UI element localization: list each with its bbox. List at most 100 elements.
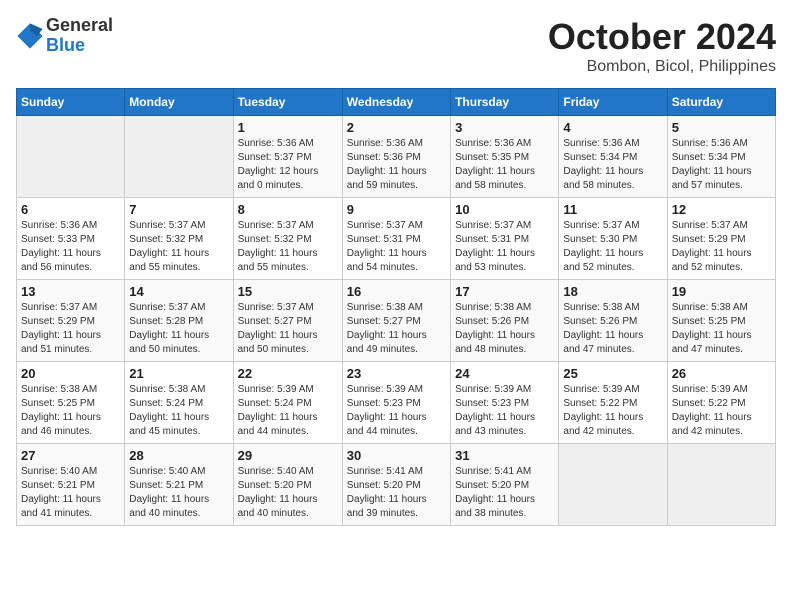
day-info: Sunrise: 5:38 AM Sunset: 5:25 PM Dayligh… xyxy=(21,383,120,439)
day-number: 14 xyxy=(129,284,228,299)
day-cell: 5 Sunrise: 5:36 AM Sunset: 5:34 PM Daylig… xyxy=(667,116,775,198)
day-cell: 11 Sunrise: 5:37 AM Sunset: 5:30 PM Dayli… xyxy=(559,198,667,280)
day-number: 25 xyxy=(563,366,662,381)
day-info: Sunrise: 5:37 AM Sunset: 5:31 PM Dayligh… xyxy=(347,219,446,275)
header-cell-saturday: Saturday xyxy=(667,89,775,116)
day-number: 8 xyxy=(238,202,338,217)
day-cell: 26Sunrise: 5:39 AM Sunset: 5:22 PM Dayli… xyxy=(667,362,775,444)
logo-icon xyxy=(16,22,44,50)
day-cell: 15 Sunrise: 5:37 AM Sunset: 5:27 PM Dayli… xyxy=(233,280,342,362)
day-cell: 14Sunrise: 5:37 AM Sunset: 5:28 PM Dayli… xyxy=(125,280,233,362)
day-cell: 18Sunrise: 5:38 AM Sunset: 5:26 PM Dayli… xyxy=(559,280,667,362)
day-info: Sunrise: 5:39 AM Sunset: 5:24 PM Dayligh… xyxy=(238,383,338,439)
header-cell-monday: Monday xyxy=(125,89,233,116)
day-cell xyxy=(559,444,667,526)
day-number: 26 xyxy=(672,366,771,381)
day-info: Sunrise: 5:37 AM Sunset: 5:32 PM Dayligh… xyxy=(129,219,228,275)
day-number: 15 xyxy=(238,284,338,299)
page-header: General Blue October 2024 Bombon, Bicol,… xyxy=(16,16,776,76)
day-number: 11 xyxy=(563,202,662,217)
day-info: Sunrise: 5:36 AM Sunset: 5:34 PM Dayligh… xyxy=(563,137,662,193)
day-cell: 1 Sunrise: 5:36 AM Sunset: 5:37 PM Daylig… xyxy=(233,116,342,198)
day-cell: 25 Sunrise: 5:39 AM Sunset: 5:22 PM Dayli… xyxy=(559,362,667,444)
day-info: Sunrise: 5:41 AM Sunset: 5:20 PM Dayligh… xyxy=(455,465,554,521)
day-info: Sunrise: 5:37 AM Sunset: 5:27 PM Dayligh… xyxy=(238,301,338,357)
day-cell: 9 Sunrise: 5:37 AM Sunset: 5:31 PM Daylig… xyxy=(342,198,450,280)
day-info: Sunrise: 5:40 AM Sunset: 5:21 PM Dayligh… xyxy=(129,465,228,521)
day-cell xyxy=(667,444,775,526)
day-number: 27 xyxy=(21,448,120,463)
day-cell: 22Sunrise: 5:39 AM Sunset: 5:24 PM Dayli… xyxy=(233,362,342,444)
day-number: 5 xyxy=(672,120,771,135)
day-number: 29 xyxy=(238,448,338,463)
day-number: 1 xyxy=(238,120,338,135)
day-info: Sunrise: 5:37 AM Sunset: 5:29 PM Dayligh… xyxy=(21,301,120,357)
week-row-5: 27 Sunrise: 5:40 AM Sunset: 5:21 PM Dayli… xyxy=(17,444,776,526)
logo-general-text: General xyxy=(46,15,113,35)
day-info: Sunrise: 5:37 AM Sunset: 5:30 PM Dayligh… xyxy=(563,219,662,275)
day-info: Sunrise: 5:37 AM Sunset: 5:31 PM Dayligh… xyxy=(455,219,554,275)
day-info: Sunrise: 5:36 AM Sunset: 5:36 PM Dayligh… xyxy=(347,137,446,193)
day-number: 6 xyxy=(21,202,120,217)
day-info: Sunrise: 5:39 AM Sunset: 5:22 PM Dayligh… xyxy=(563,383,662,439)
day-cell xyxy=(17,116,125,198)
day-info: Sunrise: 5:40 AM Sunset: 5:21 PM Dayligh… xyxy=(21,465,120,521)
logo: General Blue xyxy=(16,16,113,56)
day-number: 3 xyxy=(455,120,554,135)
day-cell: 31 Sunrise: 5:41 AM Sunset: 5:20 PM Dayli… xyxy=(451,444,559,526)
day-cell: 7 Sunrise: 5:37 AM Sunset: 5:32 PM Daylig… xyxy=(125,198,233,280)
day-cell: 27 Sunrise: 5:40 AM Sunset: 5:21 PM Dayli… xyxy=(17,444,125,526)
day-number: 13 xyxy=(21,284,120,299)
day-number: 28 xyxy=(129,448,228,463)
header-cell-thursday: Thursday xyxy=(451,89,559,116)
day-number: 19 xyxy=(672,284,771,299)
day-info: Sunrise: 5:36 AM Sunset: 5:37 PM Dayligh… xyxy=(238,137,338,193)
day-info: Sunrise: 5:36 AM Sunset: 5:33 PM Dayligh… xyxy=(21,219,120,275)
day-cell: 6 Sunrise: 5:36 AM Sunset: 5:33 PM Daylig… xyxy=(17,198,125,280)
day-number: 7 xyxy=(129,202,228,217)
day-cell: 16 Sunrise: 5:38 AM Sunset: 5:27 PM Dayli… xyxy=(342,280,450,362)
header-cell-tuesday: Tuesday xyxy=(233,89,342,116)
day-number: 21 xyxy=(129,366,228,381)
day-cell: 13 Sunrise: 5:37 AM Sunset: 5:29 PM Dayli… xyxy=(17,280,125,362)
day-number: 30 xyxy=(347,448,446,463)
title-block: October 2024 Bombon, Bicol, Philippines xyxy=(548,16,776,76)
day-info: Sunrise: 5:39 AM Sunset: 5:23 PM Dayligh… xyxy=(347,383,446,439)
day-cell: 10 Sunrise: 5:37 AM Sunset: 5:31 PM Dayli… xyxy=(451,198,559,280)
day-number: 16 xyxy=(347,284,446,299)
day-number: 20 xyxy=(21,366,120,381)
day-info: Sunrise: 5:38 AM Sunset: 5:26 PM Dayligh… xyxy=(455,301,554,357)
week-row-2: 6 Sunrise: 5:36 AM Sunset: 5:33 PM Daylig… xyxy=(17,198,776,280)
day-number: 12 xyxy=(672,202,771,217)
day-number: 9 xyxy=(347,202,446,217)
day-info: Sunrise: 5:40 AM Sunset: 5:20 PM Dayligh… xyxy=(238,465,338,521)
day-cell: 8Sunrise: 5:37 AM Sunset: 5:32 PM Daylig… xyxy=(233,198,342,280)
day-number: 23 xyxy=(347,366,446,381)
day-cell: 3 Sunrise: 5:36 AM Sunset: 5:35 PM Daylig… xyxy=(451,116,559,198)
day-number: 31 xyxy=(455,448,554,463)
day-cell: 21 Sunrise: 5:38 AM Sunset: 5:24 PM Dayli… xyxy=(125,362,233,444)
day-info: Sunrise: 5:38 AM Sunset: 5:24 PM Dayligh… xyxy=(129,383,228,439)
day-info: Sunrise: 5:37 AM Sunset: 5:29 PM Dayligh… xyxy=(672,219,771,275)
day-cell xyxy=(125,116,233,198)
page-subtitle: Bombon, Bicol, Philippines xyxy=(548,58,776,76)
day-number: 24 xyxy=(455,366,554,381)
header-cell-friday: Friday xyxy=(559,89,667,116)
day-info: Sunrise: 5:41 AM Sunset: 5:20 PM Dayligh… xyxy=(347,465,446,521)
day-number: 2 xyxy=(347,120,446,135)
header-row: SundayMondayTuesdayWednesdayThursdayFrid… xyxy=(17,89,776,116)
calendar-table: SundayMondayTuesdayWednesdayThursdayFrid… xyxy=(16,88,776,526)
day-cell: 2 Sunrise: 5:36 AM Sunset: 5:36 PM Daylig… xyxy=(342,116,450,198)
day-cell: 17Sunrise: 5:38 AM Sunset: 5:26 PM Dayli… xyxy=(451,280,559,362)
day-info: Sunrise: 5:38 AM Sunset: 5:27 PM Dayligh… xyxy=(347,301,446,357)
day-info: Sunrise: 5:36 AM Sunset: 5:34 PM Dayligh… xyxy=(672,137,771,193)
day-number: 10 xyxy=(455,202,554,217)
day-cell: 19 Sunrise: 5:38 AM Sunset: 5:25 PM Dayli… xyxy=(667,280,775,362)
day-info: Sunrise: 5:36 AM Sunset: 5:35 PM Dayligh… xyxy=(455,137,554,193)
day-info: Sunrise: 5:38 AM Sunset: 5:25 PM Dayligh… xyxy=(672,301,771,357)
header-cell-wednesday: Wednesday xyxy=(342,89,450,116)
day-cell: 29 Sunrise: 5:40 AM Sunset: 5:20 PM Dayli… xyxy=(233,444,342,526)
day-info: Sunrise: 5:39 AM Sunset: 5:23 PM Dayligh… xyxy=(455,383,554,439)
day-cell: 24 Sunrise: 5:39 AM Sunset: 5:23 PM Dayli… xyxy=(451,362,559,444)
day-cell: 30 Sunrise: 5:41 AM Sunset: 5:20 PM Dayli… xyxy=(342,444,450,526)
